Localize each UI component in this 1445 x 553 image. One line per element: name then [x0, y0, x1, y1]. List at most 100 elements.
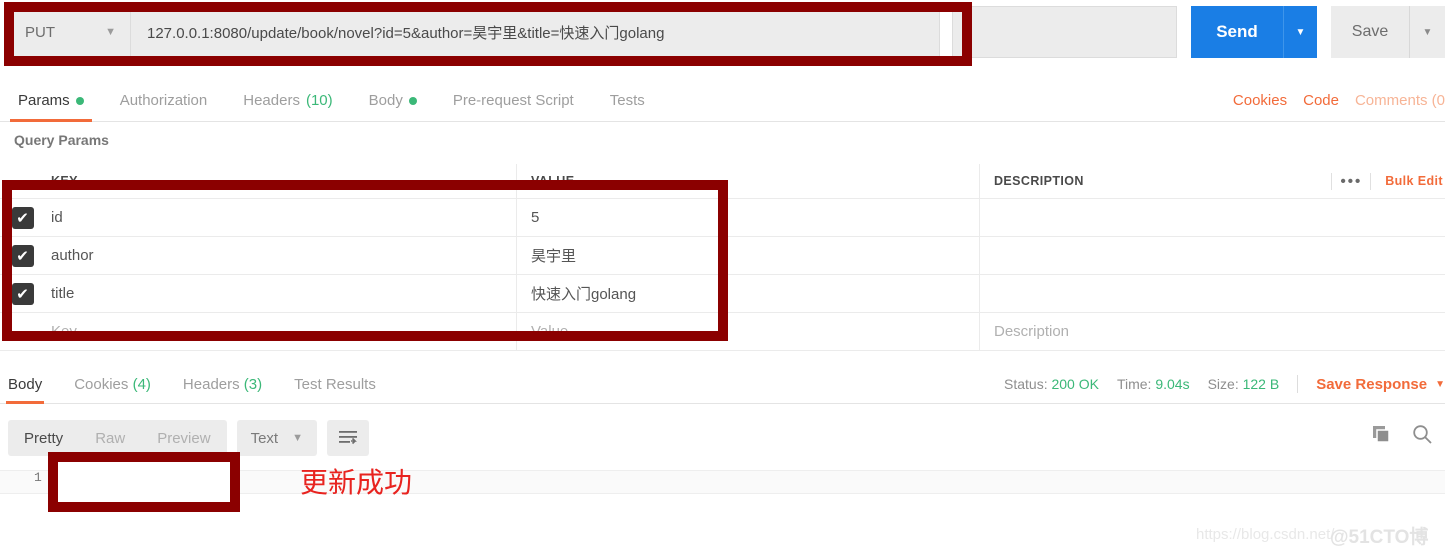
tab-params[interactable]: Params [0, 92, 102, 122]
watermark-brand: @51CTO博客 [1330, 527, 1429, 548]
save-response-label: Save Response [1316, 375, 1428, 393]
modified-dot-icon [408, 96, 417, 105]
response-format-label: Text [250, 429, 279, 447]
response-body-text: UPDATED [78, 471, 137, 486]
save-response-button[interactable]: Save Response ▼ [1316, 376, 1445, 393]
table-row-placeholder[interactable]: Key Value Description [0, 313, 1445, 351]
request-tab-right-links: Cookies Code Comments (0 [1233, 92, 1445, 121]
checkbox-checked-icon[interactable]: ✔ [11, 244, 34, 267]
checkbox-checked-icon[interactable]: ✔ [11, 282, 34, 305]
copy-icon[interactable] [1372, 425, 1392, 445]
param-key-cell[interactable]: id [45, 199, 517, 236]
chevron-down-icon: ▼ [1435, 378, 1445, 390]
tab-headers[interactable]: Headers (10) [225, 92, 350, 121]
tab-pre-request-script[interactable]: Pre-request Script [435, 92, 592, 121]
checkbox-checked-icon[interactable]: ✔ [11, 206, 34, 229]
response-tab-headers-label: Headers [182, 376, 240, 393]
row-checkbox-cell[interactable]: ✔ [0, 282, 45, 305]
cookies-link[interactable]: Cookies [1233, 92, 1287, 109]
view-mode-preview[interactable]: Preview [141, 430, 226, 447]
new-param-key-input[interactable]: Key [45, 313, 517, 350]
response-body-viewer[interactable] [0, 462, 1445, 502]
word-wrap-button[interactable] [326, 420, 369, 456]
response-tab-cookies[interactable]: Cookies (4) [58, 376, 167, 403]
status-value: 200 OK [1051, 376, 1099, 392]
response-tab-cookies-label: Cookies [74, 376, 129, 393]
table-row[interactable]: ✔ title 快速入门golang [0, 275, 1445, 313]
table-header-tools: ••• Bulk Edit [1331, 172, 1445, 190]
save-button[interactable]: Save [1331, 6, 1409, 58]
response-toolbar: Pretty Raw Preview Text ▼ [8, 420, 369, 456]
tab-body[interactable]: Body [351, 92, 435, 121]
response-tab-headers-count: (3) [243, 376, 263, 393]
bulk-edit-link[interactable]: Bulk Edit [1385, 174, 1443, 188]
tab-tests-label: Tests [609, 92, 645, 109]
size-badge: Size: 122 B [1208, 376, 1280, 392]
modified-dot-icon [75, 96, 84, 105]
time-badge: Time: 9.04s [1117, 376, 1190, 392]
tab-body-label: Body [368, 92, 403, 109]
response-tab-cookies-count: (4) [132, 376, 151, 393]
query-params-title: Query Params [14, 132, 109, 148]
response-format-select[interactable]: Text ▼ [236, 420, 317, 456]
tab-pre-request-script-label: Pre-request Script [452, 92, 574, 109]
request-url-text: 127.0.0.1:8080/update/book/novel?id=5&au… [147, 24, 665, 42]
table-row[interactable]: ✔ author 昊宇里 [0, 237, 1445, 275]
url-overflow-area[interactable] [952, 6, 1177, 58]
table-row[interactable]: ✔ id 5 [0, 199, 1445, 237]
response-tab-test-results-label: Test Results [294, 376, 376, 393]
response-tab-test-results[interactable]: Test Results [278, 376, 392, 403]
time-label: Time: [1116, 376, 1152, 392]
word-wrap-icon [338, 431, 357, 445]
param-description-cell[interactable] [980, 237, 1445, 274]
param-key-cell[interactable]: title [45, 275, 517, 312]
tab-authorization[interactable]: Authorization [102, 92, 226, 121]
watermark-url: https://blog.csdn.net/ [1196, 526, 1335, 543]
param-value-cell[interactable]: 5 [517, 199, 980, 236]
search-icon[interactable] [1412, 424, 1433, 445]
param-description-cell[interactable] [980, 275, 1445, 312]
param-description-cell[interactable] [980, 199, 1445, 236]
chevron-down-icon: ▼ [1422, 26, 1433, 38]
send-options-caret-icon[interactable]: ▼ [1283, 6, 1317, 58]
view-mode-raw[interactable]: Raw [79, 430, 141, 447]
new-param-description-input[interactable]: Description [980, 313, 1445, 350]
http-method-select[interactable]: PUT ▼ [10, 6, 131, 58]
status-label: Status: [1004, 376, 1048, 392]
postman-window: PUT ▼ 127.0.0.1:8080/update/book/novel?i… [0, 0, 1445, 553]
tab-headers-count: (10) [305, 92, 333, 109]
response-actions [1372, 424, 1433, 445]
size-value: 122 B [1242, 376, 1280, 392]
request-tab-bar: Params Authorization Headers (10) Body P… [0, 78, 1445, 122]
new-param-value-input[interactable]: Value [517, 313, 980, 350]
size-label: Size: [1207, 376, 1239, 392]
param-key-cell[interactable]: author [45, 237, 517, 274]
query-params-table: KEY VALUE DESCRIPTION ••• Bulk Edit ✔ id… [0, 164, 1445, 351]
response-tab-headers[interactable]: Headers (3) [167, 376, 278, 403]
status-badge: Status: 200 OK [1004, 376, 1099, 392]
column-header-description: DESCRIPTION ••• Bulk Edit [980, 164, 1445, 198]
tab-params-label: Params [18, 92, 70, 109]
send-button[interactable]: Send [1191, 6, 1283, 58]
column-header-key: KEY [45, 164, 517, 198]
row-checkbox-cell[interactable]: ✔ [0, 206, 45, 229]
save-options-caret-icon[interactable]: ▼ [1409, 6, 1445, 58]
param-value-cell[interactable]: 昊宇里 [517, 237, 980, 274]
response-view-mode-group: Pretty Raw Preview [8, 420, 227, 456]
chevron-down-icon: ▼ [1295, 26, 1306, 38]
view-mode-pretty[interactable]: Pretty [8, 430, 79, 447]
annotation-note: 更新成功 [300, 466, 413, 499]
more-options-icon[interactable]: ••• [1331, 172, 1372, 190]
comments-link[interactable]: Comments (0 [1355, 92, 1445, 109]
row-checkbox-cell[interactable]: ✔ [0, 244, 45, 267]
tab-tests[interactable]: Tests [592, 92, 663, 121]
chevron-down-icon: ▼ [105, 26, 116, 38]
tab-authorization-label: Authorization [119, 92, 208, 109]
request-url-input[interactable]: 127.0.0.1:8080/update/book/novel?id=5&au… [130, 6, 940, 58]
param-value-cell[interactable]: 快速入门golang [517, 275, 980, 312]
http-method-label: PUT [25, 23, 55, 41]
request-url-bar: PUT ▼ 127.0.0.1:8080/update/book/novel?i… [0, 6, 1445, 58]
code-link[interactable]: Code [1303, 92, 1339, 109]
code-line-number: 1 [34, 470, 42, 485]
response-tab-body[interactable]: Body [0, 376, 58, 404]
